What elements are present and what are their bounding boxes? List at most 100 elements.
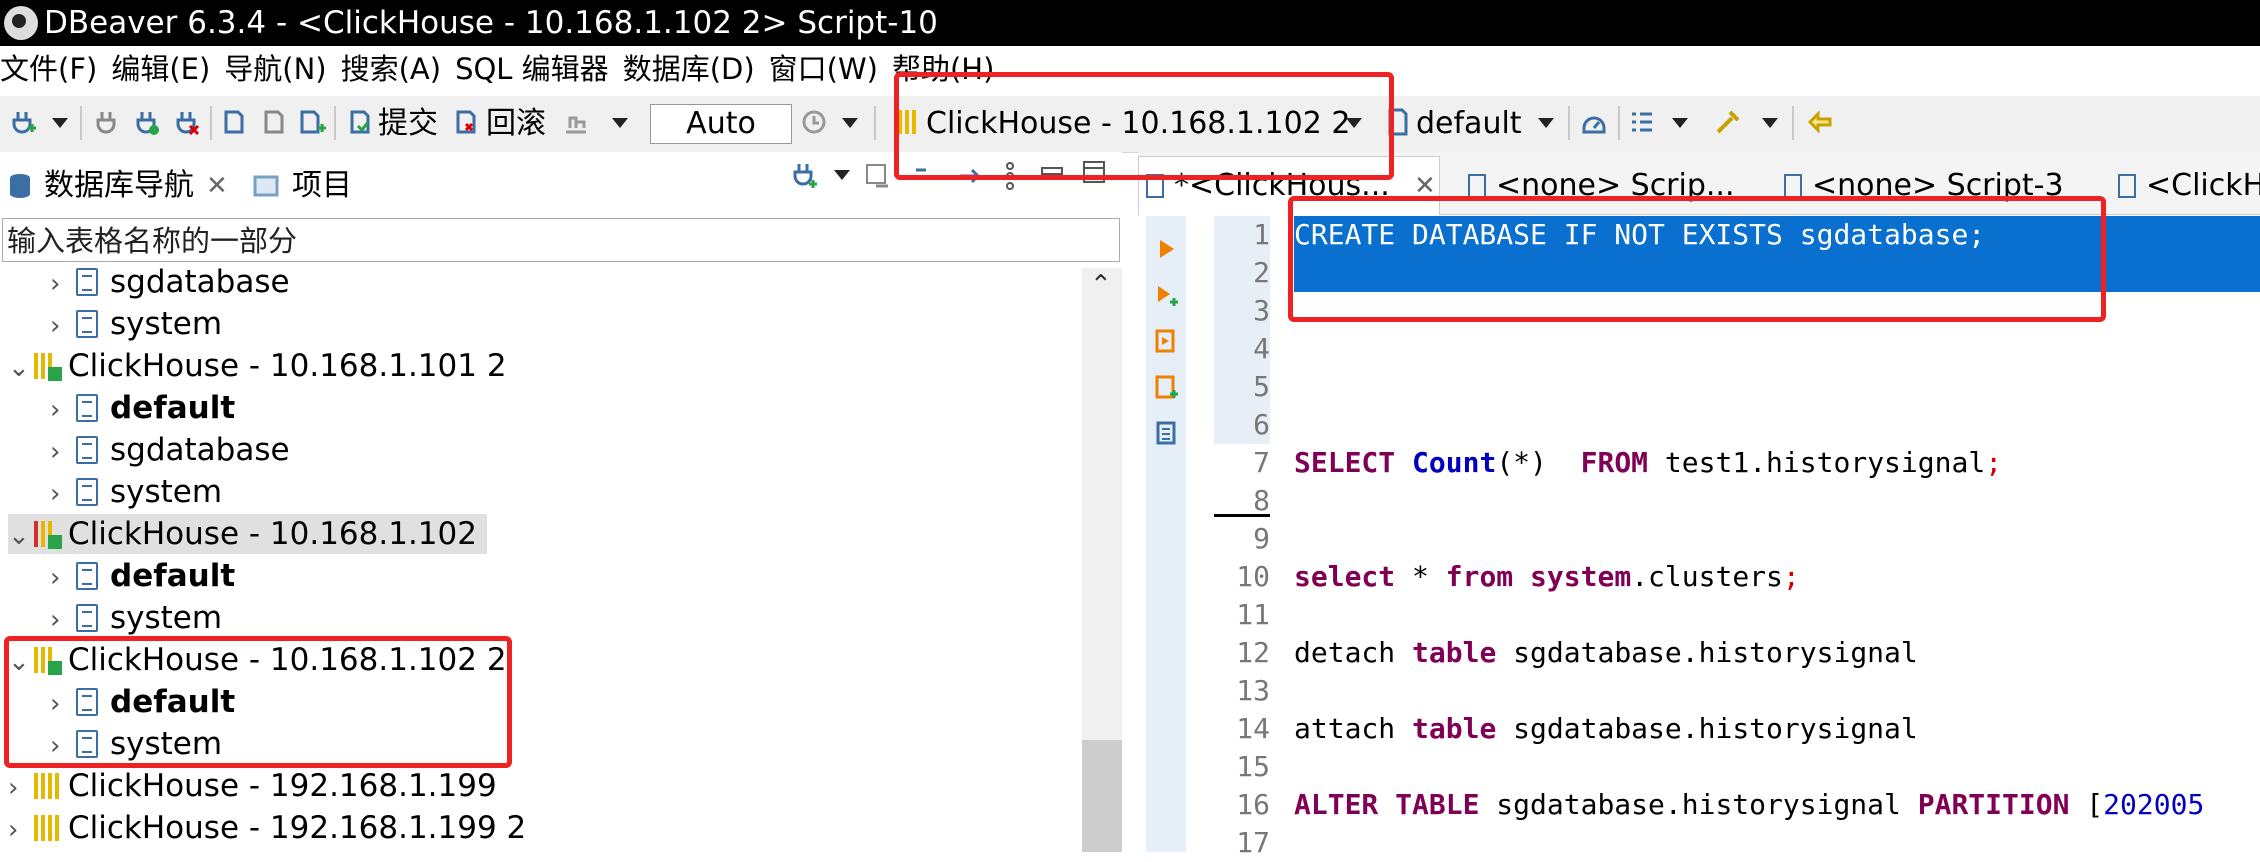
history-icon[interactable] (800, 108, 828, 136)
new-connection-dropdown-icon[interactable] (834, 170, 850, 180)
window-title: DBeaver 6.3.4 - <ClickHouse - 10.168.1.1… (44, 5, 938, 41)
sql-text: detach (1294, 636, 1413, 669)
tree-item-schema[interactable]: › sgdatabase (50, 262, 290, 302)
navigator-scrollbar-thumb[interactable] (1082, 740, 1122, 852)
chevron-right-icon[interactable]: › (50, 558, 76, 598)
chevron-down-icon[interactable]: ⌄ (8, 516, 34, 556)
table-filter-input[interactable]: 输入表格名称的一部分 (2, 218, 1120, 262)
chevron-down-icon[interactable]: ⌄ (8, 348, 34, 388)
code-line-10[interactable]: select * from system.clusters; (1294, 558, 1800, 596)
new-connection-icon[interactable] (8, 108, 36, 136)
commit-button[interactable]: 提交 (378, 104, 438, 144)
tree-item-connection[interactable]: › ClickHouse - 192.168.1.199 2 (8, 808, 526, 848)
dashboard-icon[interactable] (1580, 108, 1608, 136)
tree-item-label: system (110, 474, 223, 510)
editor-tab-clickhouse[interactable]: <ClickH (2118, 166, 2260, 206)
chevron-right-icon[interactable]: › (50, 474, 76, 514)
menu-search[interactable]: 搜索(A) (341, 52, 441, 86)
line-number: 5 (1253, 370, 1270, 403)
transaction-mode-icon[interactable] (562, 108, 590, 136)
line-number: 1 (1253, 218, 1270, 251)
chevron-right-icon[interactable]: › (50, 432, 76, 472)
open-recent-script-icon[interactable] (260, 108, 288, 136)
sql-text: sgdatabase.historysignal (1496, 636, 1918, 669)
chevron-right-icon[interactable]: › (50, 264, 76, 304)
tree-item-label: ClickHouse - 192.168.1.199 2 (68, 810, 527, 846)
toolbar-separator (80, 106, 82, 140)
transaction-mode-dropdown-icon[interactable] (612, 118, 628, 128)
tree-item-label: default (110, 390, 236, 426)
code-line-7[interactable]: SELECT Count(*) FROM test1.historysignal… (1294, 444, 2002, 482)
explain-plan-icon[interactable] (1154, 420, 1178, 446)
execute-script-new-tab-icon[interactable] (1154, 374, 1178, 400)
tools-icon[interactable] (1714, 108, 1742, 136)
active-schema-dropdown-icon[interactable] (1538, 118, 1554, 128)
disconnect-icon[interactable] (172, 108, 200, 136)
code-line-16[interactable]: ALTER TABLE sgdatabase.historysignal PAR… (1294, 786, 2204, 824)
new-connection-icon[interactable] (790, 162, 818, 192)
tree-item-connection[interactable]: › ClickHouse - 192.168.1.199 (8, 766, 497, 806)
tree-item-connection[interactable]: ⌄ ClickHouse - 10.168.1.102 (8, 514, 487, 554)
line-number: 2 (1253, 256, 1270, 289)
history-dropdown-icon[interactable] (842, 118, 858, 128)
tree-item-schema[interactable]: › sgdatabase (50, 430, 290, 470)
tree-item-schema[interactable]: › system (50, 304, 222, 344)
sql-text: sgdatabase.historysignal (1479, 788, 1918, 821)
chevron-right-icon[interactable]: › (50, 390, 76, 430)
tab-database-navigator[interactable]: 数据库导航 (44, 166, 194, 206)
menu-database[interactable]: 数据库(D) (623, 52, 755, 86)
menu-navigate[interactable]: 导航(N) (224, 52, 326, 86)
menu-edit[interactable]: 编辑(E) (111, 52, 210, 86)
list-dropdown-icon[interactable] (1672, 118, 1688, 128)
sql-editor-icon[interactable] (220, 108, 248, 136)
line-number: 15 (1236, 750, 1270, 783)
rollback-button[interactable]: 回滚 (486, 104, 546, 144)
sql-keyword: PARTITION (1917, 788, 2070, 821)
rollback-icon[interactable] (452, 108, 480, 136)
commit-icon[interactable] (346, 108, 374, 136)
chevron-right-icon[interactable]: › (50, 600, 76, 640)
menu-sql-editor[interactable]: SQL 编辑器 (455, 52, 609, 86)
sql-text: sgdatabase.historysignal (1496, 712, 1918, 745)
transaction-mode-field[interactable]: Auto (650, 104, 792, 144)
current-line-marker (1214, 514, 1270, 517)
chevron-right-icon[interactable]: › (8, 768, 34, 808)
line-number: 10 (1236, 560, 1270, 593)
chevron-right-icon[interactable]: › (8, 810, 34, 850)
list-icon[interactable] (1628, 108, 1656, 136)
line-number: 17 (1236, 826, 1270, 859)
menu-window[interactable]: 窗口(W) (769, 52, 878, 86)
close-tab-icon[interactable]: ✕ (206, 166, 228, 206)
execute-script-icon[interactable] (1154, 328, 1178, 354)
tree-item-schema[interactable]: › default (50, 388, 235, 428)
sql-keyword: select (1294, 560, 1396, 593)
menu-file[interactable]: 文件(F) (0, 52, 97, 86)
tools-dropdown-icon[interactable] (1762, 118, 1778, 128)
code-line-12[interactable]: detach table sgdatabase.historysignal (1294, 634, 1918, 672)
sql-text: (*) (1496, 446, 1581, 479)
sql-keyword: FROM (1580, 446, 1649, 479)
dbeaver-logo-icon (4, 6, 38, 40)
tree-item-schema[interactable]: › system (50, 472, 222, 512)
tree-item-schema[interactable]: › default (50, 556, 235, 596)
new-script-icon[interactable] (298, 108, 326, 136)
new-connection-dropdown-icon[interactable] (52, 118, 68, 128)
schema-icon (76, 394, 98, 422)
tree-item-connection[interactable]: ⌄ ClickHouse - 10.168.1.101 2 (8, 346, 507, 386)
collapse-all-icon[interactable] (864, 162, 892, 190)
execute-statement-icon[interactable] (1154, 236, 1178, 262)
connect-icon[interactable] (92, 108, 120, 136)
reconnect-icon[interactable] (132, 108, 160, 136)
schema-icon (76, 562, 98, 590)
chevron-right-icon[interactable]: › (50, 306, 76, 346)
sql-text: * (1395, 560, 1446, 593)
execute-in-new-tab-icon[interactable] (1154, 282, 1178, 308)
tree-item-schema[interactable]: › system (50, 598, 222, 638)
tab-project[interactable]: 项目 (292, 166, 352, 206)
back-navigation-icon[interactable] (1806, 108, 1834, 136)
clickhouse-connection-icon (34, 771, 62, 801)
code-line-14[interactable]: attach table sgdatabase.historysignal (1294, 710, 1918, 748)
scroll-up-icon[interactable]: ⌃ (1090, 270, 1112, 300)
active-schema-selector[interactable]: default (1416, 104, 1522, 144)
